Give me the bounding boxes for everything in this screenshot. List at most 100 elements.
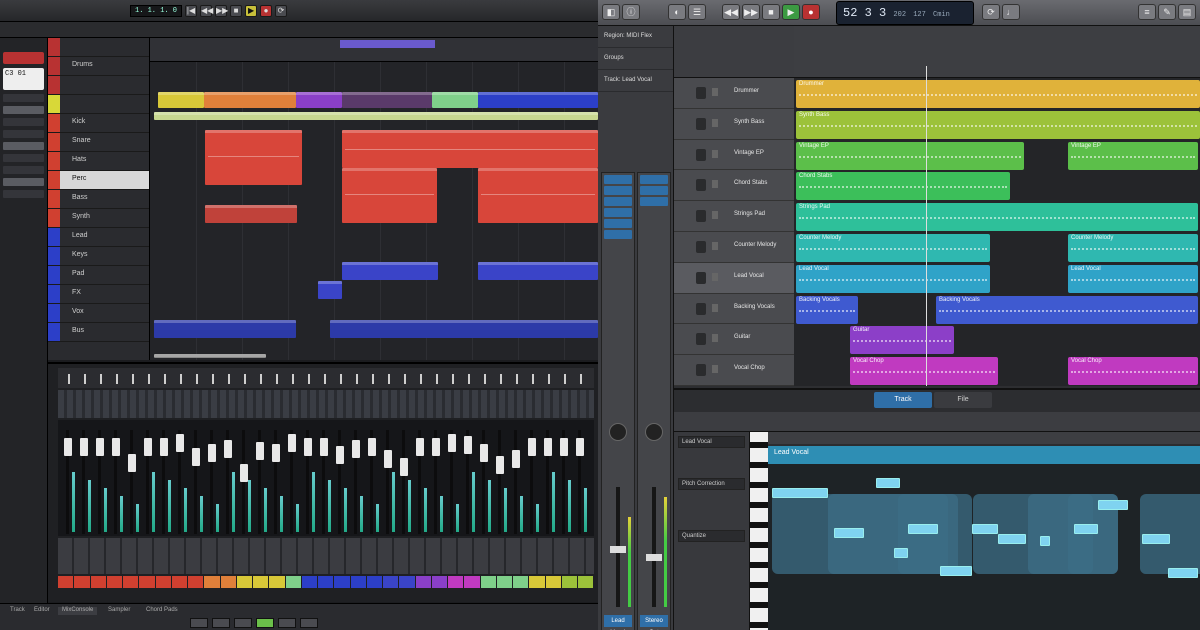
fader-cap[interactable]: [464, 436, 472, 454]
fader-cap[interactable]: [160, 438, 168, 456]
pan-knob[interactable]: [404, 374, 406, 384]
record-button[interactable]: ●: [260, 4, 273, 17]
inspector-track-section[interactable]: Track: Lead Vocal: [598, 70, 673, 92]
plugin-slot[interactable]: [640, 175, 668, 184]
pan-knob[interactable]: [516, 374, 518, 384]
plugin-slot[interactable]: [604, 186, 632, 195]
volume-fader-cap[interactable]: [610, 546, 626, 553]
channel-color-tag[interactable]: [513, 576, 529, 588]
inspector-row[interactable]: [3, 94, 44, 102]
inspector-groups-section[interactable]: Groups: [598, 48, 673, 70]
pan-knob[interactable]: [196, 374, 198, 384]
inspector-track-header[interactable]: [3, 52, 44, 64]
track-header[interactable]: Vox: [48, 304, 149, 323]
volume-fader-cap[interactable]: [646, 554, 662, 561]
editor-ruler[interactable]: [768, 432, 1200, 444]
clip[interactable]: [204, 92, 296, 108]
clip[interactable]: [154, 320, 296, 338]
tab-track[interactable]: Track: [6, 607, 29, 615]
clip[interactable]: [478, 168, 598, 223]
pan-knob[interactable]: [436, 374, 438, 384]
pitch-note[interactable]: [1168, 568, 1198, 578]
pan-knob[interactable]: [116, 374, 118, 384]
fast-forward-button[interactable]: ▶▶: [215, 4, 228, 17]
tab-mixconsole[interactable]: MixConsole: [58, 607, 98, 615]
mute-button[interactable]: [712, 365, 718, 374]
fader-cap[interactable]: [320, 438, 328, 456]
channel-color-tag[interactable]: [366, 576, 382, 588]
clip[interactable]: [342, 130, 598, 168]
smart-controls-button[interactable]: ◐: [668, 4, 686, 20]
playhead[interactable]: [926, 66, 927, 386]
channel-color-tag[interactable]: [236, 576, 252, 588]
clip[interactable]: [205, 130, 302, 185]
fader-cap[interactable]: [272, 444, 280, 462]
inspector-row[interactable]: [3, 178, 44, 186]
arrange-window[interactable]: [150, 38, 598, 360]
fader-cap[interactable]: [80, 438, 88, 456]
fader-cap[interactable]: [384, 450, 392, 468]
rewind-button[interactable]: ◀◀: [200, 4, 213, 17]
fader-track[interactable]: [242, 430, 245, 534]
track-header[interactable]: Drums: [48, 57, 149, 76]
pitch-note[interactable]: [972, 524, 998, 534]
channel-color-tag[interactable]: [480, 576, 496, 588]
channel-color-tag[interactable]: [301, 576, 317, 588]
clip[interactable]: [330, 320, 598, 338]
track-header[interactable]: Kick: [48, 114, 149, 133]
pan-knob[interactable]: [276, 374, 278, 384]
channel-color-tag[interactable]: [155, 576, 171, 588]
pan-knob[interactable]: [420, 374, 422, 384]
plugin-slot[interactable]: [604, 219, 632, 228]
fader-cap[interactable]: [336, 446, 344, 464]
track-header[interactable]: Lead: [48, 228, 149, 247]
fader-cap[interactable]: [240, 464, 248, 482]
clip[interactable]: [478, 92, 598, 108]
audio-region[interactable]: Synth Bass: [796, 110, 1200, 139]
plugin-slot[interactable]: [640, 197, 668, 206]
track-header[interactable]: Guitar: [674, 324, 794, 356]
forward-button[interactable]: ▶▶: [742, 4, 760, 20]
track-header[interactable]: [48, 95, 149, 114]
mute-button[interactable]: [712, 149, 718, 158]
channel-color-tag[interactable]: [253, 576, 269, 588]
audio-region[interactable]: Vocal Chop: [1068, 357, 1198, 386]
pan-knob[interactable]: [500, 374, 502, 384]
pan-knob[interactable]: [100, 374, 102, 384]
pitch-note[interactable]: [834, 528, 864, 538]
pitch-note[interactable]: [1098, 500, 1128, 510]
fader-cap[interactable]: [256, 442, 264, 460]
audio-region[interactable]: Lead Vocal: [796, 264, 990, 293]
inspector-row[interactable]: [3, 166, 44, 174]
pan-knob[interactable]: [244, 374, 246, 384]
clip[interactable]: [318, 281, 342, 299]
mute-button[interactable]: [712, 211, 718, 220]
inspector-row[interactable]: [3, 142, 44, 150]
editor-region-field[interactable]: Lead Vocal: [678, 436, 745, 448]
channel-color-tag[interactable]: [58, 576, 74, 588]
channel-color-tag[interactable]: [399, 576, 415, 588]
stop-button[interactable]: [278, 618, 296, 628]
mixer-button[interactable]: ☰: [688, 4, 706, 20]
pan-knob[interactable]: [388, 374, 390, 384]
pan-knob[interactable]: [609, 423, 627, 441]
volume-fader[interactable]: [652, 487, 656, 607]
track-header[interactable]: Snare: [48, 133, 149, 152]
forward-button[interactable]: [234, 618, 252, 628]
pan-knob[interactable]: [132, 374, 134, 384]
pitch-note[interactable]: [908, 524, 938, 534]
loop-button[interactable]: [190, 618, 208, 628]
inspector-region-section[interactable]: Region: MIDI Flex: [598, 26, 673, 48]
fader-cap[interactable]: [576, 438, 584, 456]
clip[interactable]: [342, 168, 437, 223]
channel-color-tag[interactable]: [561, 576, 577, 588]
track-header[interactable]: Bass: [48, 190, 149, 209]
pitch-note[interactable]: [998, 534, 1026, 544]
notepad-button[interactable]: ✎: [1158, 4, 1176, 20]
fader-cap[interactable]: [400, 458, 408, 476]
channel-color-tag[interactable]: [545, 576, 561, 588]
pitch-note[interactable]: [1142, 534, 1170, 544]
pitch-note[interactable]: [1074, 524, 1098, 534]
track-header[interactable]: Backing Vocals: [674, 294, 794, 325]
pan-knob[interactable]: [484, 374, 486, 384]
